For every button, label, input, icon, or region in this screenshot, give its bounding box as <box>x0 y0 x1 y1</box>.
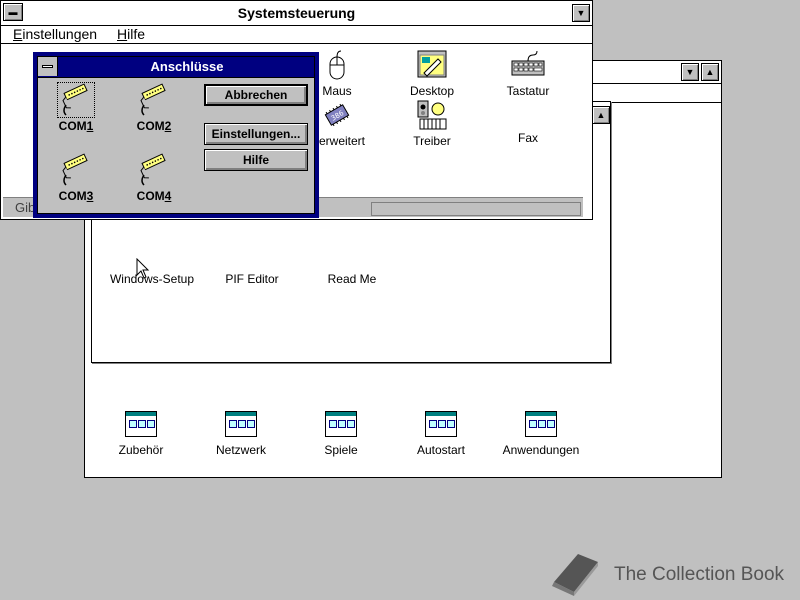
group-anwendungen[interactable]: Anwendungen <box>491 411 591 457</box>
drivers-label: Treiber <box>413 134 451 148</box>
windows-setup-label: Windows-Setup <box>109 272 195 286</box>
menu-accel: E <box>13 26 23 42</box>
port-label: COM3 <box>48 189 104 203</box>
read-me-item[interactable]: Read Me <box>302 272 402 286</box>
control-panel-titlebar[interactable]: ▬ Systemsteuerung ▼ <box>1 1 592 26</box>
cancel-button[interactable]: Abbrechen <box>204 84 308 106</box>
book-logo-icon <box>552 554 598 596</box>
port-number: 1 <box>86 119 94 133</box>
program-group-icon <box>125 411 157 437</box>
port-com4[interactable]: COM4 <box>126 153 182 203</box>
program-group-icon <box>525 411 557 437</box>
fax-label: Fax <box>517 131 538 145</box>
ports-dialog-titlebar[interactable]: Anschlüsse <box>38 57 314 78</box>
port-com2[interactable]: COM2 <box>126 83 182 133</box>
port-com3[interactable]: COM3 <box>48 153 104 203</box>
port-label: COM1 <box>48 119 104 133</box>
ports-dialog-body: Anschlüsse COM1 COM2 COM3 COM4 Abbrechen… <box>37 56 315 214</box>
windows-setup-item[interactable]: Windows-Setup <box>102 272 202 286</box>
minimize-button[interactable]: ▼ <box>572 4 590 22</box>
port-prefix: COM <box>136 189 165 203</box>
group-label: Anwendungen <box>502 443 580 457</box>
group-spiele[interactable]: Spiele <box>291 411 391 457</box>
mouse-pointer-icon <box>136 258 150 279</box>
dialog-system-menu-button[interactable] <box>38 57 58 76</box>
serial-port-icon <box>140 153 166 186</box>
menu-label: instellungen <box>22 26 98 42</box>
port-prefix: COM <box>136 119 165 133</box>
control-panel-title: Systemsteuerung <box>237 5 356 21</box>
group-label: Zubehör <box>118 443 164 457</box>
control-panel-menubar: Einstellungen Hilfe <box>1 25 592 44</box>
program-group-icon <box>225 411 257 437</box>
maximize-button[interactable]: ▲ <box>701 63 719 81</box>
pif-editor-item[interactable]: PIF Editor <box>202 272 302 286</box>
keyboard-label: Tastatur <box>506 84 550 98</box>
desktop-icon <box>417 50 447 78</box>
port-icon-frame <box>57 82 95 118</box>
serial-port-icon <box>62 153 88 186</box>
port-number: 4 <box>164 189 172 203</box>
group-label: Autostart <box>416 443 466 457</box>
help-button[interactable]: Hilfe <box>204 149 308 171</box>
keyboard-icon <box>511 50 545 76</box>
settings-button[interactable]: Einstellungen... <box>204 123 308 145</box>
program-group-icon <box>325 411 357 437</box>
port-label: COM4 <box>126 189 182 203</box>
minimize-button[interactable]: ▼ <box>681 63 699 81</box>
ports-dialog: Anschlüsse COM1 COM2 COM3 COM4 Abbrechen… <box>33 52 319 218</box>
menu-einstellungen[interactable]: Einstellungen <box>13 26 97 42</box>
port-com1[interactable]: COM1 <box>48 82 104 133</box>
group-zubehoer[interactable]: Zubehör <box>91 411 191 457</box>
drivers-applet[interactable]: Treiber <box>382 99 482 148</box>
status-bar-field <box>371 202 581 216</box>
desktop-applet[interactable]: Desktop <box>382 49 482 98</box>
menu-label: ilfe <box>127 26 146 42</box>
group-label: Spiele <box>324 443 358 457</box>
serial-port-icon <box>140 83 166 116</box>
menu-hilfe[interactable]: Hilfe <box>117 26 145 42</box>
group-netzwerk[interactable]: Netzwerk <box>191 411 291 457</box>
program-group-icon <box>425 411 457 437</box>
group-label: Netzwerk <box>215 443 266 457</box>
chip-icon: 386 <box>324 103 350 127</box>
fax-applet[interactable]: Fax <box>478 131 578 145</box>
pif-editor-label: PIF Editor <box>225 272 279 286</box>
watermark-text: The Collection Book <box>614 564 785 585</box>
read-me-label: Read Me <box>327 272 377 286</box>
port-number: 3 <box>86 189 94 203</box>
group-autostart[interactable]: Autostart <box>391 411 491 457</box>
port-label: COM2 <box>126 119 182 133</box>
group-maximize-button[interactable]: ▲ <box>592 106 610 124</box>
port-prefix: COM <box>58 119 87 133</box>
port-prefix: COM <box>58 189 87 203</box>
desktop-label: Desktop <box>409 84 455 98</box>
ports-dialog-title: Anschlüsse <box>150 59 224 74</box>
port-number: 2 <box>164 119 172 133</box>
system-menu-button[interactable]: ▬ <box>3 3 23 21</box>
mouse-icon <box>329 50 345 80</box>
menu-accel: H <box>117 26 128 42</box>
keyboard-applet[interactable]: Tastatur <box>478 49 578 98</box>
serial-port-icon <box>62 83 88 116</box>
drivers-icon <box>417 100 447 130</box>
